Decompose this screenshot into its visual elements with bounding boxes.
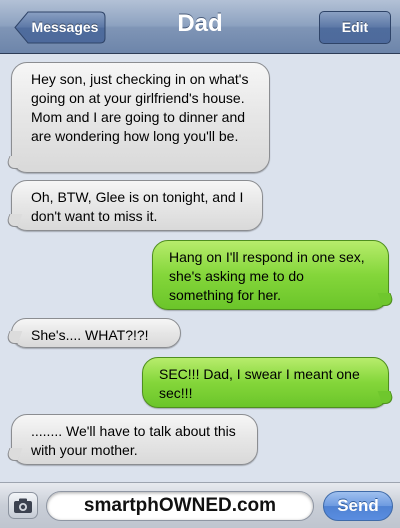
navigation-bar: Messages Dad Edit — [0, 0, 400, 54]
incoming-message-bubble: Hey son, just checking in on what's goin… — [11, 62, 270, 173]
message-input[interactable]: smartphOWNED.com — [46, 491, 314, 521]
message-text: Oh, BTW, Glee is on tonight, and I don't… — [31, 189, 244, 224]
message-text: She's.... WHAT?!?! — [31, 327, 149, 343]
camera-icon — [8, 492, 38, 519]
message-text: Hang on I'll respond in one sex, she's a… — [169, 249, 365, 303]
outgoing-message-bubble: SEC!!! Dad, I swear I meant one sec!!! — [142, 357, 389, 408]
incoming-message-bubble: She's.... WHAT?!?! — [11, 318, 181, 348]
incoming-message-bubble: ........ We'll have to talk about this w… — [11, 414, 258, 465]
camera-button[interactable] — [8, 492, 38, 519]
outgoing-message-bubble: Hang on I'll respond in one sex, she's a… — [152, 240, 389, 310]
send-button[interactable]: Send — [323, 491, 393, 521]
edit-button[interactable]: Edit — [319, 11, 391, 44]
message-thread[interactable]: Hey son, just checking in on what's goin… — [0, 54, 400, 482]
message-text: ........ We'll have to talk about this w… — [31, 423, 236, 458]
compose-bar: smartphOWNED.com Send — [0, 482, 400, 528]
message-text: SEC!!! Dad, I swear I meant one sec!!! — [159, 366, 360, 401]
incoming-message-bubble: Oh, BTW, Glee is on tonight, and I don't… — [11, 180, 263, 231]
message-text: Hey son, just checking in on what's goin… — [31, 71, 249, 144]
